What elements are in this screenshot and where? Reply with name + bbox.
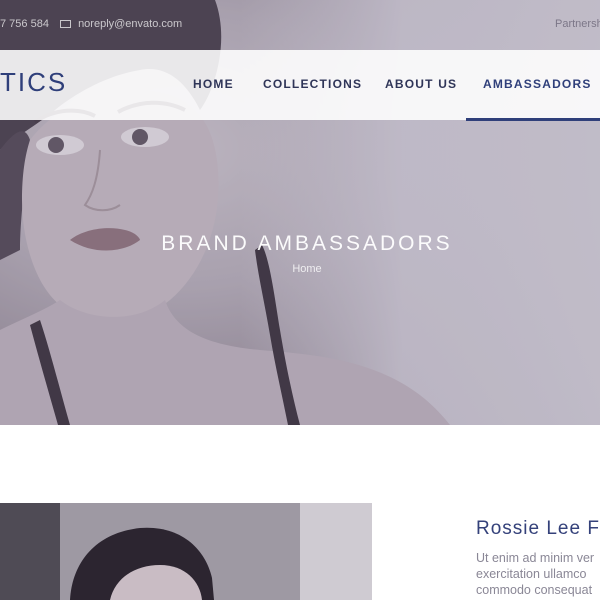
hero-banner: 7 756 584 noreply@envato.com Partnership… <box>0 0 600 425</box>
top-info-bar: 7 756 584 noreply@envato.com Partnership <box>0 0 600 50</box>
nav-item-about-us[interactable]: ABOUT US <box>385 77 457 91</box>
bio-line: exercitation ullamco <box>476 567 587 581</box>
bio-line: Ut enim ad minim ver <box>476 551 595 565</box>
phone-text: 7 756 584 <box>0 18 49 30</box>
contact-info: 7 756 584 noreply@envato.com <box>0 18 182 30</box>
main-navbar: TICS HOME COLLECTIONS ABOUT US AMBASSADO… <box>0 50 600 121</box>
nav-item-ambassadors[interactable]: AMBASSADORS <box>483 77 592 91</box>
mail-icon <box>60 20 71 28</box>
page-title: BRAND AMBASSADORS <box>161 232 453 255</box>
ambassador-name: Rossie Lee F <box>476 518 600 539</box>
breadcrumb-home-link[interactable]: Home <box>0 263 600 275</box>
ambassador-photo-image <box>0 503 372 600</box>
site-logo[interactable]: TICS <box>0 67 67 98</box>
nav-item-home[interactable]: HOME <box>193 77 234 91</box>
partnership-link[interactable]: Partnership <box>555 18 600 30</box>
bio-line: commodo consequat <box>476 583 593 597</box>
ambassador-bio: Ut enim ad minim ver exercitation ullamc… <box>476 550 600 600</box>
nav-active-indicator <box>466 118 600 121</box>
nav-item-collections[interactable]: COLLECTIONS <box>263 77 362 91</box>
email-link[interactable]: noreply@envato.com <box>78 18 182 30</box>
ambassador-photo <box>0 503 372 600</box>
